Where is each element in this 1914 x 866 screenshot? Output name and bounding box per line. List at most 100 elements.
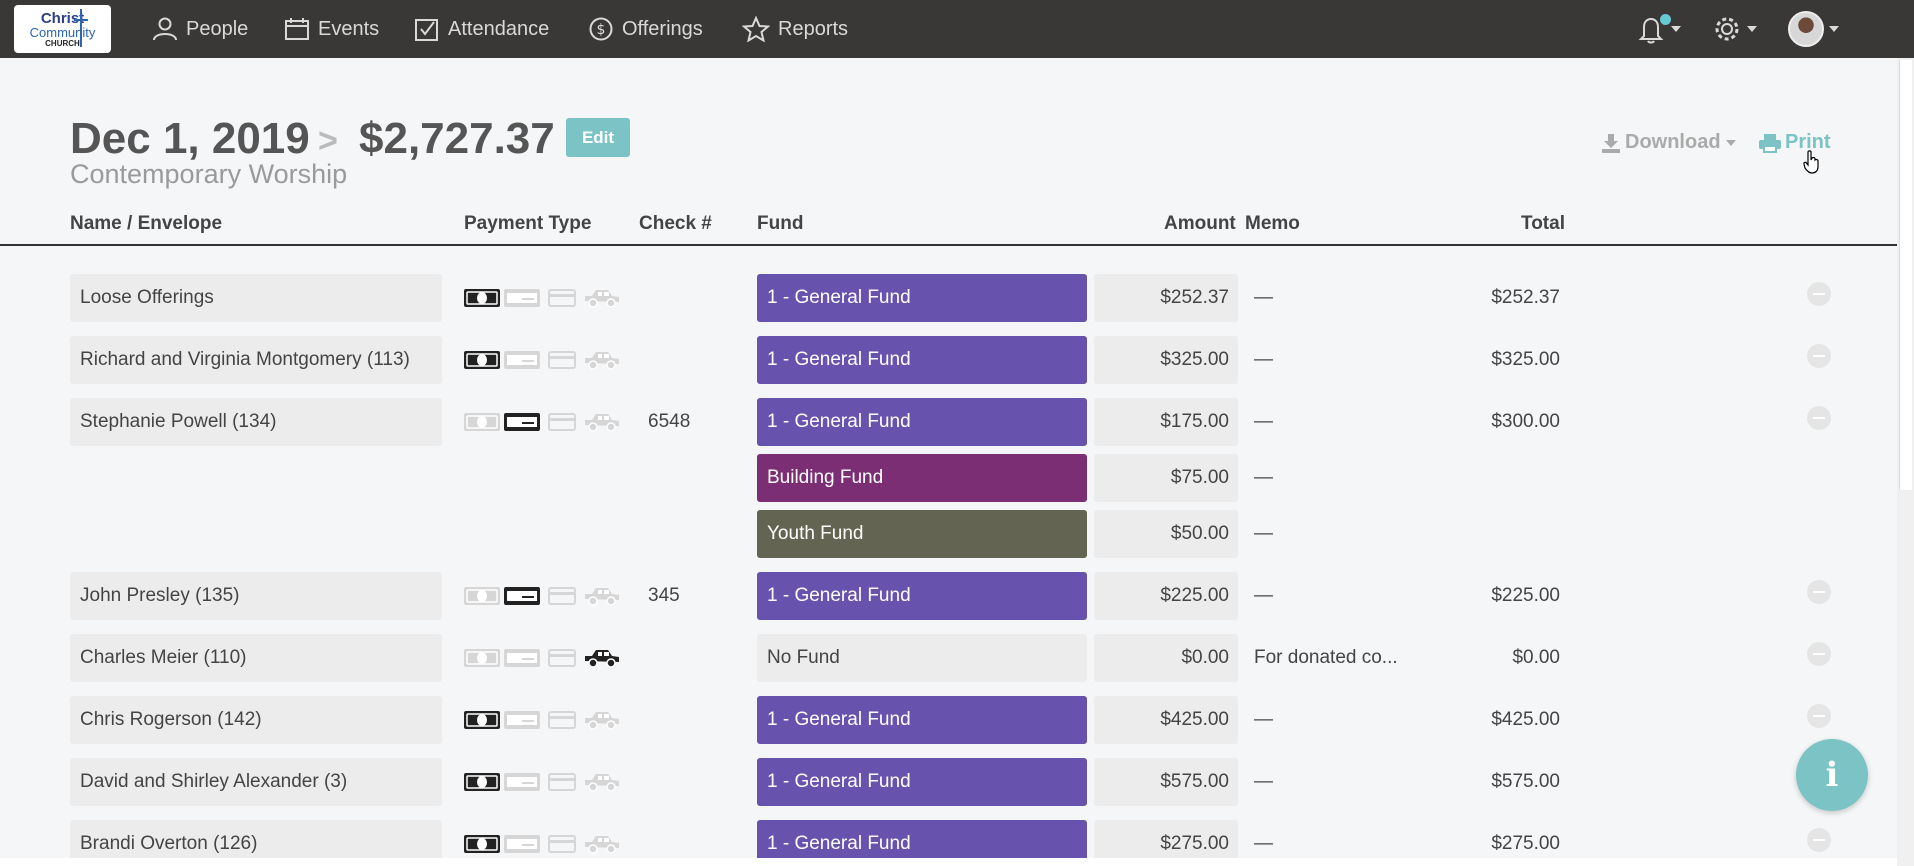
edit-button[interactable]: Edit	[566, 118, 630, 157]
credit-card-icon[interactable]	[548, 289, 584, 307]
remove-row-icon[interactable]	[1807, 344, 1831, 368]
check-icon[interactable]	[504, 649, 540, 667]
vehicle-icon[interactable]	[584, 411, 620, 432]
cash-icon[interactable]	[464, 773, 500, 791]
vehicle-icon[interactable]	[584, 287, 620, 308]
nav-attendance[interactable]: Attendance	[414, 14, 549, 44]
download-button[interactable]: Download	[1600, 131, 1736, 154]
cash-icon[interactable]	[464, 835, 500, 853]
vehicle-icon[interactable]	[584, 585, 620, 606]
donor-name-field[interactable]: Charles Meier (110)	[70, 634, 442, 682]
credit-card-icon[interactable]	[548, 413, 584, 431]
amount-field[interactable]: $225.00	[1094, 572, 1238, 620]
credit-card-icon[interactable]	[548, 773, 584, 791]
fund-select[interactable]: 1 - General Fund	[757, 398, 1087, 446]
column-header-payment-type[interactable]: Payment Type	[464, 213, 591, 235]
check-icon[interactable]	[504, 289, 540, 307]
column-header-memo[interactable]: Memo	[1245, 213, 1300, 235]
offering-date: Dec 1, 2019	[70, 114, 310, 163]
memo-field[interactable]: —	[1254, 274, 1273, 322]
fund-select[interactable]: No Fund	[757, 634, 1087, 682]
check-number[interactable]: 345	[648, 572, 680, 620]
donor-name-field[interactable]: Chris Rogerson (142)	[70, 696, 442, 744]
user-menu[interactable]	[1788, 11, 1839, 47]
cash-icon[interactable]	[464, 711, 500, 729]
cash-icon[interactable]	[464, 413, 500, 431]
info-button[interactable]: i	[1796, 739, 1868, 811]
check-icon[interactable]	[504, 351, 540, 369]
amount-field[interactable]: $75.00	[1094, 454, 1238, 502]
column-header-total[interactable]: Total	[1521, 213, 1565, 235]
remove-row-icon[interactable]	[1807, 704, 1831, 728]
print-button[interactable]: Print	[1758, 131, 1831, 154]
credit-card-icon[interactable]	[548, 649, 584, 667]
memo-field[interactable]: —	[1254, 454, 1273, 502]
fund-select[interactable]: 1 - General Fund	[757, 758, 1087, 806]
memo-field[interactable]: —	[1254, 336, 1273, 384]
check-number[interactable]: 6548	[648, 398, 690, 446]
nav-reports[interactable]: Reports	[742, 14, 848, 44]
vehicle-icon[interactable]	[584, 833, 620, 854]
printer-icon	[1759, 133, 1781, 153]
donor-name-field[interactable]: Stephanie Powell (134)	[70, 398, 442, 446]
memo-field[interactable]: —	[1254, 398, 1273, 446]
vehicle-icon[interactable]	[584, 647, 620, 668]
cash-icon[interactable]	[464, 351, 500, 369]
amount-field[interactable]: $575.00	[1094, 758, 1238, 806]
settings-menu[interactable]	[1712, 12, 1757, 46]
memo-field[interactable]: For donated co...	[1254, 634, 1398, 682]
memo-field[interactable]: —	[1254, 572, 1273, 620]
chevron-down-icon	[1671, 26, 1681, 32]
amount-field[interactable]: $325.00	[1094, 336, 1238, 384]
vehicle-icon[interactable]	[584, 349, 620, 370]
cash-icon[interactable]	[464, 649, 500, 667]
credit-card-icon[interactable]	[548, 351, 584, 369]
donor-name-field[interactable]: Loose Offerings	[70, 274, 442, 322]
vehicle-icon[interactable]	[584, 771, 620, 792]
column-header-check[interactable]: Check #	[639, 213, 712, 235]
amount-field[interactable]: $0.00	[1094, 634, 1238, 682]
remove-row-icon[interactable]	[1807, 642, 1831, 666]
fund-select[interactable]: 1 - General Fund	[757, 336, 1087, 384]
column-header-amount[interactable]: Amount	[1164, 213, 1236, 235]
fund-select[interactable]: 1 - General Fund	[757, 696, 1087, 744]
donor-name-field[interactable]: David and Shirley Alexander (3)	[70, 758, 442, 806]
check-icon[interactable]	[504, 413, 540, 431]
credit-card-icon[interactable]	[548, 587, 584, 605]
memo-field[interactable]: —	[1254, 510, 1273, 558]
row-total: $575.00	[1491, 771, 1560, 792]
credit-card-icon[interactable]	[548, 835, 584, 853]
donor-name-field[interactable]: Richard and Virginia Montgomery (113)	[70, 336, 442, 384]
fund-select[interactable]: 1 - General Fund	[757, 572, 1087, 620]
nav-people[interactable]: People	[152, 14, 248, 44]
donor-name-field[interactable]: John Presley (135)	[70, 572, 442, 620]
nav-offerings[interactable]: $ Offerings	[588, 14, 703, 44]
amount-field[interactable]: $175.00	[1094, 398, 1238, 446]
remove-row-icon[interactable]	[1807, 580, 1831, 604]
nav-events[interactable]: Events	[284, 14, 379, 44]
credit-card-icon[interactable]	[548, 711, 584, 729]
amount-field[interactable]: $50.00	[1094, 510, 1238, 558]
check-icon[interactable]	[504, 711, 540, 729]
check-icon[interactable]	[504, 773, 540, 791]
check-icon[interactable]	[504, 587, 540, 605]
fund-select[interactable]: Building Fund	[757, 454, 1087, 502]
remove-row-icon[interactable]	[1807, 282, 1831, 306]
notifications-menu[interactable]	[1636, 12, 1681, 46]
vehicle-icon[interactable]	[584, 709, 620, 730]
cash-icon[interactable]	[464, 289, 500, 307]
remove-row-icon[interactable]	[1807, 406, 1831, 430]
check-icon[interactable]	[504, 835, 540, 853]
memo-field[interactable]: —	[1254, 696, 1273, 744]
church-logo[interactable]: Christ Community CHURCH	[14, 5, 111, 53]
remove-row-icon[interactable]	[1807, 828, 1831, 852]
fund-select[interactable]: 1 - General Fund	[757, 274, 1087, 322]
scrollbar-thumb[interactable]	[1899, 60, 1912, 490]
fund-select[interactable]: Youth Fund	[757, 510, 1087, 558]
amount-field[interactable]: $252.37	[1094, 274, 1238, 322]
memo-field[interactable]: —	[1254, 758, 1273, 806]
amount-field[interactable]: $425.00	[1094, 696, 1238, 744]
column-header-fund[interactable]: Fund	[757, 213, 803, 235]
cash-icon[interactable]	[464, 587, 500, 605]
column-header-name[interactable]: Name / Envelope	[70, 213, 222, 235]
